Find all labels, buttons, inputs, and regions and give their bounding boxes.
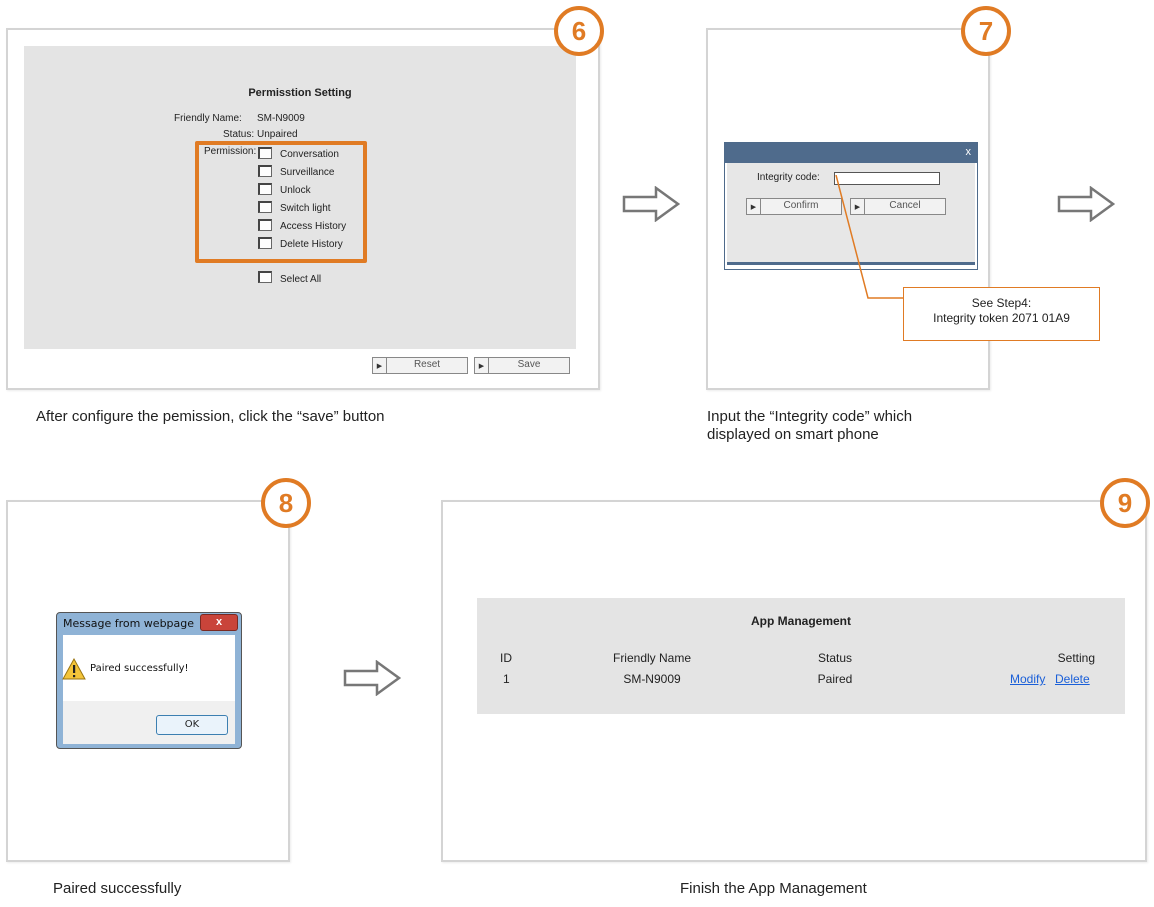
- app-management-title: App Management: [750, 614, 851, 628]
- step-8-badge: 8: [261, 478, 311, 528]
- row-friendly-name: SM-N9009: [623, 672, 681, 686]
- arrow-right-icon: [1057, 186, 1115, 222]
- column-header-status: Status: [817, 651, 853, 665]
- arrow-right-icon: [343, 660, 401, 696]
- column-header-friendly-name: Friendly Name: [612, 651, 692, 665]
- status-label: Status:: [223, 129, 255, 140]
- step9-caption: Finish the App Management: [680, 880, 867, 897]
- step7-caption-line-1: Input the “Integrity code” which: [707, 408, 913, 425]
- permission-setting-title: Permisstion Setting: [248, 87, 352, 99]
- save-button[interactable]: ▶ Save: [474, 357, 570, 374]
- column-header-setting: Setting: [1057, 651, 1095, 665]
- close-button[interactable]: x: [200, 614, 238, 631]
- step7-caption-line-2: displayed on smart phone: [707, 426, 879, 443]
- modify-link[interactable]: Modify: [1010, 672, 1045, 686]
- column-header-id: ID: [500, 651, 512, 665]
- friendly-name-value: SM-N9009: [257, 113, 305, 124]
- step8-caption: Paired successfully: [53, 880, 182, 897]
- step6-caption: After configure the pemission, click the…: [36, 408, 385, 425]
- play-icon: ▶: [373, 358, 387, 373]
- ok-button[interactable]: OK: [156, 715, 228, 735]
- step-7-badge: 7: [961, 6, 1011, 56]
- integrity-callout: See Step4: Integrity token 2071 01A9: [903, 287, 1100, 341]
- play-icon: ▶: [747, 199, 761, 214]
- step-6-badge: 6: [554, 6, 604, 56]
- close-icon[interactable]: x: [966, 146, 972, 158]
- status-value: Unpaired: [257, 129, 298, 140]
- row-status: Paired: [817, 672, 853, 686]
- message-window-title: Message from webpage: [63, 617, 195, 630]
- step7-caption: Input the “Integrity code” which display…: [707, 408, 912, 444]
- play-icon: ▶: [475, 358, 489, 373]
- delete-link[interactable]: Delete: [1055, 672, 1090, 686]
- callout-leader-line: [835, 175, 903, 299]
- arrow-right-icon: [622, 186, 680, 222]
- warning-icon: [62, 658, 86, 680]
- callout-line-2: Integrity token 2071 01A9: [933, 311, 1070, 325]
- checkbox-select-all[interactable]: [258, 271, 272, 283]
- message-text: Paired successfully!: [90, 663, 189, 674]
- dialog-titlebar: x: [725, 143, 977, 163]
- row-id: 1: [503, 672, 510, 686]
- select-all-label: Select All: [280, 274, 322, 285]
- reset-button[interactable]: ▶ Reset: [372, 357, 468, 374]
- callout-line-1: See Step4:: [971, 296, 1032, 310]
- step-9-badge: 9: [1100, 478, 1150, 528]
- friendly-name-label: Friendly Name:: [174, 113, 242, 124]
- permission-highlight-box: [195, 141, 367, 263]
